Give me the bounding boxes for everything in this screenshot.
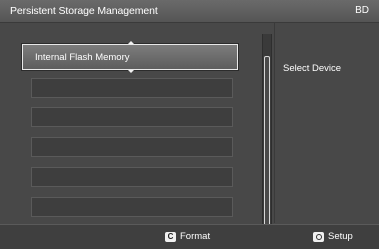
c-key-icon: C bbox=[165, 231, 176, 242]
screen: Persistent Storage Management BD Interna… bbox=[0, 0, 379, 249]
footer-bar: C Format Setup bbox=[0, 224, 379, 249]
setup-key-icon bbox=[313, 231, 324, 242]
title-bar: Persistent Storage Management BD bbox=[0, 0, 379, 23]
device-item-empty[interactable] bbox=[31, 107, 233, 127]
device-item-empty[interactable] bbox=[31, 197, 233, 217]
device-list: Internal Flash Memory bbox=[22, 34, 262, 230]
scroll-down-arrow-icon bbox=[128, 70, 134, 73]
device-item-empty[interactable] bbox=[31, 78, 233, 98]
panel-divider bbox=[274, 23, 275, 223]
select-device-hint: Select Device bbox=[283, 63, 342, 74]
device-item-internal-flash[interactable]: Internal Flash Memory bbox=[22, 41, 238, 73]
page-title: Persistent Storage Management bbox=[10, 5, 158, 17]
scroll-up-arrow-icon bbox=[128, 41, 134, 44]
disc-badge: BD bbox=[355, 5, 369, 16]
setup-button[interactable]: Setup bbox=[313, 231, 353, 242]
scrollbar-thumb[interactable] bbox=[264, 56, 270, 228]
scrollbar[interactable] bbox=[262, 34, 272, 230]
device-item-empty[interactable] bbox=[31, 137, 233, 157]
format-button[interactable]: C Format bbox=[165, 231, 210, 242]
device-item-label: Internal Flash Memory bbox=[35, 52, 130, 63]
format-label: Format bbox=[180, 231, 211, 242]
device-item-empty[interactable] bbox=[31, 167, 233, 187]
setup-label: Setup bbox=[328, 231, 353, 242]
